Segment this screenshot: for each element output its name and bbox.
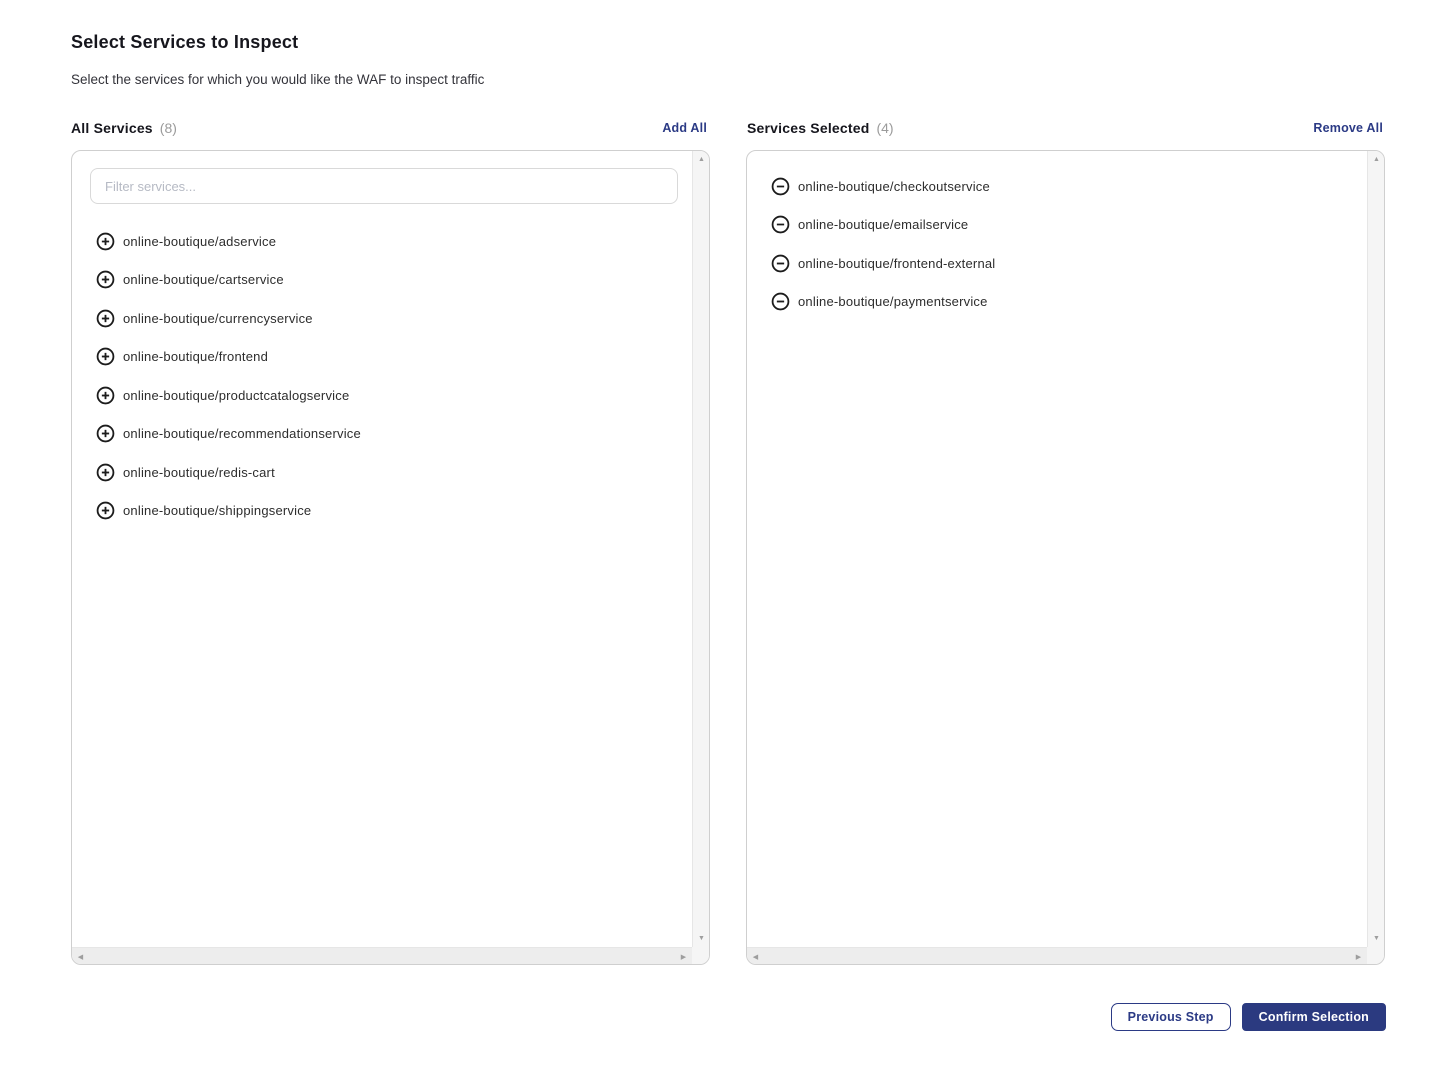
scroll-right-icon[interactable]: ▶ <box>675 948 692 965</box>
service-row-addable[interactable]: online-boutique/recommendationservice <box>72 415 692 454</box>
plus-circle-icon[interactable] <box>96 347 115 366</box>
all-services-label: All Services <box>71 120 153 136</box>
service-name: online-boutique/adservice <box>123 234 276 249</box>
page-subtitle: Select the services for which you would … <box>71 72 484 87</box>
scroll-up-icon[interactable]: ▲ <box>1368 151 1385 168</box>
services-selected-label: Services Selected <box>747 120 869 136</box>
service-row-addable[interactable]: online-boutique/redis-cart <box>72 453 692 492</box>
horizontal-scrollbar[interactable]: ◀ ▶ <box>747 947 1367 964</box>
page-title: Select Services to Inspect <box>71 32 298 53</box>
minus-circle-icon[interactable] <box>771 254 790 273</box>
plus-circle-icon[interactable] <box>96 463 115 482</box>
scroll-left-icon[interactable]: ◀ <box>747 948 764 965</box>
scroll-up-icon[interactable]: ▲ <box>693 151 710 168</box>
service-row-addable[interactable]: online-boutique/frontend <box>72 338 692 377</box>
minus-circle-icon[interactable] <box>771 292 790 311</box>
minus-circle-icon[interactable] <box>771 215 790 234</box>
vertical-scrollbar[interactable]: ▲ ▼ <box>692 151 709 947</box>
service-row-removable[interactable]: online-boutique/emailservice <box>747 206 1367 245</box>
services-selected-header: Services Selected (4) Remove All <box>747 118 1383 138</box>
plus-circle-icon[interactable] <box>96 270 115 289</box>
service-name: online-boutique/cartservice <box>123 272 284 287</box>
selected-services-list: online-boutique/checkoutservice online-b… <box>747 167 1367 321</box>
scroll-right-icon[interactable]: ▶ <box>1350 948 1367 965</box>
footer-actions: Previous Step Confirm Selection <box>1111 1003 1386 1031</box>
all-services-list: online-boutique/adservice online-boutiqu… <box>72 222 692 530</box>
scrollbar-corner <box>692 947 709 964</box>
service-row-addable[interactable]: online-boutique/currencyservice <box>72 299 692 338</box>
service-name: online-boutique/productcatalogservice <box>123 388 349 403</box>
all-services-header: All Services (8) Add All <box>71 118 707 138</box>
scroll-left-icon[interactable]: ◀ <box>72 948 89 965</box>
plus-circle-icon[interactable] <box>96 309 115 328</box>
minus-circle-icon[interactable] <box>771 177 790 196</box>
service-name: online-boutique/frontend-external <box>798 256 995 271</box>
services-selected-panel-content: online-boutique/checkoutservice online-b… <box>747 151 1367 947</box>
services-selected-panel: online-boutique/checkoutservice online-b… <box>746 150 1385 965</box>
service-row-addable[interactable]: online-boutique/shippingservice <box>72 492 692 531</box>
remove-all-link[interactable]: Remove All <box>1313 121 1383 135</box>
plus-circle-icon[interactable] <box>96 232 115 251</box>
service-name: online-boutique/recommendationservice <box>123 426 361 441</box>
service-row-removable[interactable]: online-boutique/checkoutservice <box>747 167 1367 206</box>
scrollbar-corner <box>1367 947 1384 964</box>
service-name: online-boutique/paymentservice <box>798 294 988 309</box>
horizontal-scrollbar[interactable]: ◀ ▶ <box>72 947 692 964</box>
service-name: online-boutique/currencyservice <box>123 311 313 326</box>
service-name: online-boutique/frontend <box>123 349 268 364</box>
vertical-scrollbar[interactable]: ▲ ▼ <box>1367 151 1384 947</box>
service-row-addable[interactable]: online-boutique/productcatalogservice <box>72 376 692 415</box>
all-services-panel-content: online-boutique/adservice online-boutiqu… <box>72 151 692 947</box>
service-name: online-boutique/emailservice <box>798 217 968 232</box>
service-row-removable[interactable]: online-boutique/frontend-external <box>747 244 1367 283</box>
plus-circle-icon[interactable] <box>96 386 115 405</box>
service-row-removable[interactable]: online-boutique/paymentservice <box>747 283 1367 322</box>
select-services-page: Select Services to Inspect Select the se… <box>0 0 1456 1072</box>
plus-circle-icon[interactable] <box>96 501 115 520</box>
previous-step-button[interactable]: Previous Step <box>1111 1003 1231 1031</box>
service-name: online-boutique/checkoutservice <box>798 179 990 194</box>
service-row-addable[interactable]: online-boutique/cartservice <box>72 261 692 300</box>
all-services-count: (8) <box>160 120 177 136</box>
service-name: online-boutique/shippingservice <box>123 503 311 518</box>
plus-circle-icon[interactable] <box>96 424 115 443</box>
services-selected-count: (4) <box>876 120 893 136</box>
add-all-link[interactable]: Add All <box>662 121 707 135</box>
service-name: online-boutique/redis-cart <box>123 465 275 480</box>
confirm-selection-button[interactable]: Confirm Selection <box>1242 1003 1386 1031</box>
service-row-addable[interactable]: online-boutique/adservice <box>72 222 692 261</box>
scroll-down-icon[interactable]: ▼ <box>1368 930 1385 947</box>
filter-services-input[interactable] <box>90 168 678 204</box>
scroll-down-icon[interactable]: ▼ <box>693 930 710 947</box>
all-services-panel: online-boutique/adservice online-boutiqu… <box>71 150 710 965</box>
